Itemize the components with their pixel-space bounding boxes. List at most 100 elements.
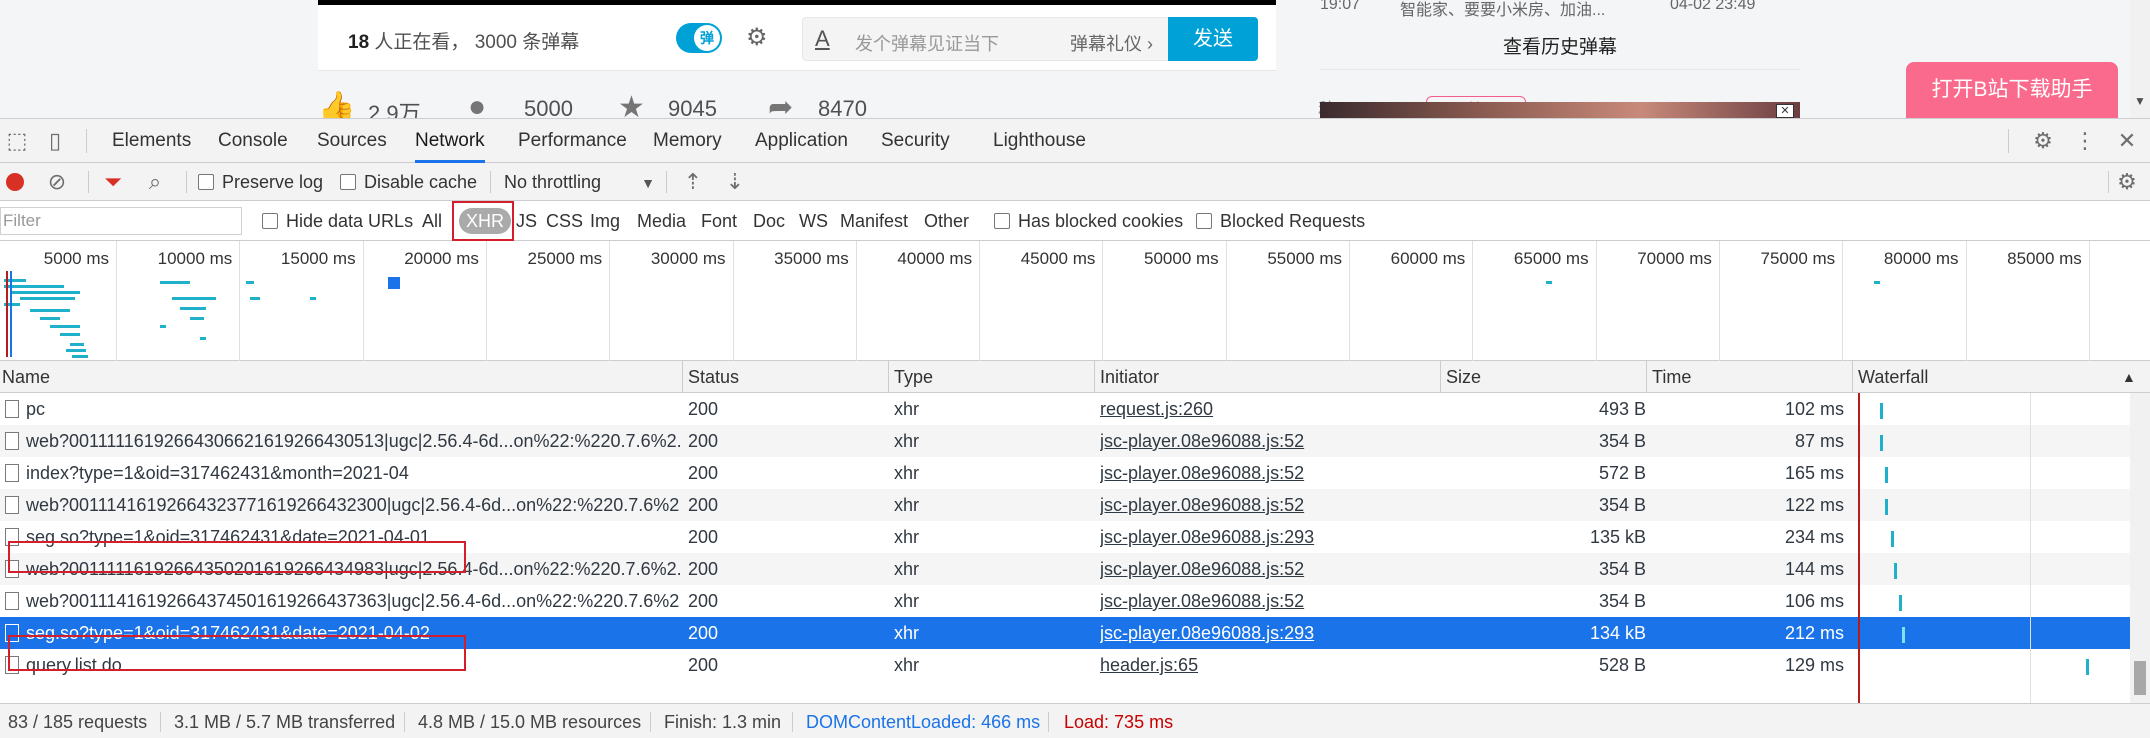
history-row: 19:07 智能家、要要小米房、加油... 04-02 23:49 (1320, 0, 1800, 18)
danmaku-input[interactable]: A 发个弹幕见证当下 弹幕礼仪 › (802, 17, 1174, 61)
sort-up-icon[interactable]: ▲ (2116, 361, 2136, 393)
import-har-icon[interactable]: ⇡ (678, 168, 708, 196)
request-time: 212 ms (1784, 623, 1844, 643)
inspect-element-icon[interactable]: ⬚ (2, 127, 32, 155)
search-icon[interactable]: ⌕ (140, 168, 170, 196)
checkbox-icon[interactable] (1196, 213, 1212, 229)
blocked-requests-label: Blocked Requests (1220, 211, 1366, 231)
column-initiator[interactable]: Initiator (1094, 361, 1159, 393)
record-icon[interactable] (6, 173, 24, 191)
checkbox-icon[interactable] (340, 174, 356, 190)
tab-memory[interactable]: Memory (653, 119, 722, 163)
request-time: 106 ms (1784, 591, 1844, 611)
checkbox-icon[interactable] (198, 174, 214, 190)
filter-type-css[interactable]: CSS (546, 201, 583, 241)
request-row[interactable]: web?00111416192664374501619266437363|ugc… (0, 585, 2130, 617)
blocked-requests-checkbox[interactable]: Blocked Requests (1196, 201, 1365, 241)
view-history-button[interactable]: 查看历史弹幕 (1320, 26, 1800, 70)
request-initiator-link[interactable]: jsc-player.08e96088.js:52 (1100, 425, 1440, 457)
device-toolbar-icon[interactable]: ▯ (40, 127, 70, 155)
disable-cache-checkbox[interactable]: Disable cache (340, 163, 477, 201)
scroll-down-icon[interactable]: ▼ (2134, 94, 2146, 108)
request-initiator-link[interactable]: header.js:65 (1100, 649, 1440, 681)
request-initiator-link[interactable]: jsc-player.08e96088.js:52 (1100, 457, 1440, 489)
filter-type-font[interactable]: Font (701, 201, 737, 241)
request-name[interactable]: pc (0, 393, 680, 425)
scrollbar-thumb[interactable] (2134, 661, 2146, 695)
like-icon[interactable]: 👍 (318, 90, 355, 118)
request-row[interactable]: web?00111116192664306621619266430513|ugc… (0, 425, 2130, 457)
tab-network[interactable]: Network (415, 119, 485, 163)
tab-console[interactable]: Console (218, 119, 288, 163)
request-initiator-link[interactable]: jsc-player.08e96088.js:52 (1100, 489, 1440, 521)
column-status[interactable]: Status (682, 361, 739, 393)
filter-input[interactable]: Filter (0, 207, 242, 235)
tab-performance[interactable]: Performance (518, 119, 627, 163)
request-initiator-link[interactable]: jsc-player.08e96088.js:52 (1100, 585, 1440, 617)
text-style-icon[interactable]: A (815, 26, 830, 52)
filter-type-img[interactable]: Img (590, 201, 620, 241)
request-initiator-link[interactable]: request.js:260 (1100, 393, 1440, 425)
request-row[interactable]: pc 200 xhr request.js:260 493 B 102 ms (0, 393, 2130, 425)
filter-icon[interactable]: ⏷ (98, 168, 128, 196)
favorite-icon[interactable]: ★ (618, 90, 645, 118)
timeline-activity-bar (200, 337, 206, 340)
preserve-log-checkbox[interactable]: Preserve log (198, 163, 323, 201)
timeline-overview[interactable]: 5000 ms 10000 ms 15000 ms 20000 ms 25000 ms 3… (0, 241, 2150, 361)
request-name[interactable]: web?00111416192664323771619266432300|ugc… (0, 489, 680, 521)
filter-type-ws[interactable]: WS (799, 201, 828, 241)
request-name[interactable]: web?00111416192664374501619266437363|ugc… (0, 585, 680, 617)
request-initiator-link[interactable]: jsc-player.08e96088.js:52 (1100, 553, 1440, 585)
column-time[interactable]: Time (1646, 361, 1691, 393)
ad-banner[interactable] (1320, 102, 1800, 118)
filter-type-manifest[interactable]: Manifest (840, 201, 908, 241)
request-type: xhr (894, 399, 920, 419)
timeline-activity-bar (160, 325, 166, 328)
column-name[interactable]: Name (0, 361, 50, 393)
request-name[interactable]: web?00111116192664306621619266430513|ugc… (0, 425, 680, 457)
send-button[interactable]: 发送 (1168, 17, 1258, 61)
tab-security[interactable]: Security (881, 119, 950, 163)
request-initiator-link[interactable]: jsc-player.08e96088.js:293 (1100, 617, 1440, 649)
clear-icon[interactable]: ⊘ (42, 168, 72, 196)
tab-sources[interactable]: Sources (317, 119, 387, 163)
tab-application[interactable]: Application (755, 119, 848, 163)
tab-elements[interactable]: Elements (112, 119, 191, 163)
timeline-activity-bar (72, 355, 88, 358)
throttling-select[interactable]: No throttling ▼ (504, 163, 655, 201)
more-options-icon[interactable]: ⋮ (2070, 127, 2100, 155)
danmaku-toggle[interactable]: 弹 (676, 23, 722, 53)
filter-type-all[interactable]: All (422, 201, 442, 241)
timeline-tick-label: 50000 ms (1144, 249, 1219, 268)
filter-type-media[interactable]: Media (637, 201, 686, 241)
request-name[interactable]: index?type=1&oid=317462431&month=2021-04 (0, 457, 680, 489)
column-size[interactable]: Size (1440, 361, 1481, 393)
column-type[interactable]: Type (888, 361, 933, 393)
checkbox-icon[interactable] (262, 213, 278, 229)
favorite-count: 9045 (668, 96, 717, 118)
hide-data-urls-checkbox[interactable]: Hide data URLs (262, 201, 413, 241)
gear-icon[interactable]: ⚙ (2028, 127, 2058, 155)
throttling-value: No throttling (504, 172, 602, 192)
danmaku-settings-icon[interactable]: ⚙ (746, 23, 780, 53)
share-icon[interactable]: ➦ (768, 90, 793, 118)
danmaku-etiquette-link[interactable]: 弹幕礼仪 › (1070, 30, 1153, 56)
tab-lighthouse[interactable]: Lighthouse (993, 119, 1086, 163)
request-table-scrollbar[interactable] (2130, 393, 2150, 721)
has-blocked-cookies-checkbox[interactable]: Has blocked cookies (994, 201, 1183, 241)
request-row[interactable]: web?00111416192664323771619266432300|ugc… (0, 489, 2130, 521)
export-har-icon[interactable]: ⇣ (720, 168, 750, 196)
network-settings-gear-icon[interactable]: ⚙ (2112, 168, 2142, 196)
filter-type-doc[interactable]: Doc (753, 201, 785, 241)
coin-icon[interactable]: ● (468, 90, 486, 118)
column-waterfall[interactable]: Waterfall (1852, 361, 1928, 393)
page-scrollbar[interactable]: ▼ (2130, 0, 2150, 118)
close-icon[interactable]: ✕ (2112, 127, 2142, 155)
filter-type-other[interactable]: Other (924, 201, 969, 241)
request-row[interactable]: index?type=1&oid=317462431&month=2021-04… (0, 457, 2130, 489)
close-icon[interactable]: ✕ (1776, 104, 1794, 118)
download-helper-button[interactable]: 打开B站下载助手 (1906, 62, 2118, 118)
request-initiator-link[interactable]: jsc-player.08e96088.js:293 (1100, 521, 1440, 553)
checkbox-icon[interactable] (994, 213, 1010, 229)
filter-type-js[interactable]: JS (516, 201, 537, 241)
